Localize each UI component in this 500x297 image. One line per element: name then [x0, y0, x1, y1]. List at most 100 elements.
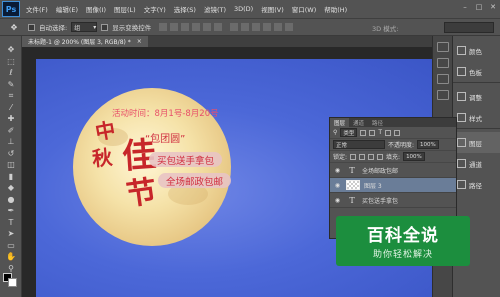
lasso-tool-icon[interactable]: ℓ — [0, 67, 22, 79]
distribute-left-icon[interactable] — [263, 23, 272, 31]
menu-layer[interactable]: 图层(L) — [110, 4, 140, 14]
quick-select-tool-icon[interactable]: ✎ — [0, 79, 22, 91]
character-icon[interactable] — [436, 90, 449, 100]
blur-tool-icon[interactable]: ◆ — [0, 182, 22, 194]
layer-name: 全场邮政包邮 — [362, 167, 399, 175]
properties-icon[interactable] — [436, 58, 449, 68]
opacity-input[interactable]: 100% — [417, 140, 439, 149]
layer-row[interactable]: ◉ T 买包送手拿包 — [330, 193, 456, 208]
tab-layers[interactable]: 图层 — [330, 118, 350, 127]
filter-kind-dropdown[interactable]: 类型 — [340, 128, 358, 137]
eye-icon[interactable]: ◉ — [333, 182, 342, 189]
layer-row-selected[interactable]: ◉ 图层 3 — [330, 178, 456, 193]
align-top-icon[interactable] — [159, 23, 168, 31]
align-right-icon[interactable] — [214, 23, 223, 31]
align-left-icon[interactable] — [192, 23, 201, 31]
marquee-tool-icon[interactable]: ⬚ — [0, 56, 22, 68]
eyedropper-tool-icon[interactable]: ⁄ — [0, 102, 22, 114]
menu-select[interactable]: 选择(S) — [170, 4, 200, 14]
show-transform-checkbox[interactable] — [101, 23, 109, 31]
type-tool-icon[interactable]: T — [0, 217, 22, 229]
dodge-tool-icon[interactable]: ● — [0, 194, 22, 206]
align-hcenter-icon[interactable] — [203, 23, 212, 31]
distribute-vcenter-icon[interactable] — [241, 23, 250, 31]
gradient-tool-icon[interactable]: ▮ — [0, 171, 22, 183]
panel-styles[interactable]: 样式 — [453, 107, 500, 128]
eraser-tool-icon[interactable]: ◫ — [0, 159, 22, 171]
eye-icon[interactable]: ◉ — [333, 197, 342, 204]
filter-shape-icon[interactable] — [385, 129, 392, 136]
auto-select-checkbox[interactable] — [28, 23, 35, 31]
filter-adjust-icon[interactable] — [369, 129, 376, 136]
lock-all-icon[interactable] — [377, 153, 384, 160]
clone-stamp-tool-icon[interactable]: ⊥ — [0, 136, 22, 148]
adjustments-icon — [457, 92, 466, 101]
path-select-tool-icon[interactable]: ➤ — [0, 228, 22, 240]
history-brush-tool-icon[interactable]: ↺ — [0, 148, 22, 160]
panel-layers[interactable]: 图层 — [453, 132, 500, 153]
minimize-button[interactable]: – — [460, 2, 470, 12]
move-tool-icon[interactable]: ✥ — [0, 44, 22, 56]
lock-image-icon[interactable] — [359, 153, 366, 160]
menu-type[interactable]: 文字(Y) — [140, 4, 170, 14]
menu-window[interactable]: 窗口(W) — [288, 4, 321, 14]
pen-tool-icon[interactable]: ✒ — [0, 205, 22, 217]
move-tool-icon[interactable]: ✥ — [4, 21, 24, 33]
menu-help[interactable]: 帮助(H) — [320, 4, 351, 14]
tab-paths[interactable]: 路径 — [368, 118, 387, 127]
actions-icon[interactable] — [436, 74, 449, 84]
document-tab-bar: 未标题-1 @ 200% (图层 3, RGB/8) * × — [22, 36, 432, 47]
photoshop-logo: Ps — [2, 1, 20, 17]
brush-tool-icon[interactable]: ✐ — [0, 125, 22, 137]
align-bottom-icon[interactable] — [181, 23, 190, 31]
distribute-right-icon[interactable] — [285, 23, 294, 31]
background-color-swatch[interactable] — [8, 278, 17, 287]
menu-edit[interactable]: 编辑(E) — [52, 4, 82, 14]
close-button[interactable]: ✕ — [488, 2, 498, 12]
close-icon[interactable]: × — [137, 38, 142, 45]
tab-channels[interactable]: 通道 — [349, 118, 368, 127]
crop-tool-icon[interactable]: ⌗ — [0, 90, 22, 102]
menu-filter[interactable]: 滤镜(T) — [200, 4, 230, 14]
lock-row: 锁定: 填充: 100% — [330, 151, 456, 163]
menu-file[interactable]: 文件(F) — [22, 4, 52, 14]
menu-view[interactable]: 视图(V) — [257, 4, 288, 14]
align-vcenter-icon[interactable] — [170, 23, 179, 31]
distribute-bottom-icon[interactable] — [252, 23, 261, 31]
panel-color[interactable]: 颜色 — [453, 40, 500, 61]
panel-paths[interactable]: 路径 — [453, 174, 500, 195]
shape-tool-icon[interactable]: ▭ — [0, 240, 22, 252]
layer-row[interactable]: ◉ T 全场邮政包邮 — [330, 163, 456, 178]
filter-type-icon[interactable]: T — [378, 129, 382, 136]
healing-brush-tool-icon[interactable]: ✚ — [0, 113, 22, 125]
hand-tool-icon[interactable]: ✋ — [0, 251, 22, 263]
lock-transparent-icon[interactable] — [350, 153, 357, 160]
workspace-dropdown[interactable] — [444, 22, 494, 33]
maximize-button[interactable]: □ — [474, 2, 484, 12]
filter-pixel-icon[interactable] — [360, 129, 367, 136]
pixel-layer-thumb — [346, 180, 360, 190]
distribute-hcenter-icon[interactable] — [274, 23, 283, 31]
lock-position-icon[interactable] — [368, 153, 375, 160]
layer-name: 图层 3 — [364, 182, 382, 190]
panel-channels[interactable]: 通道 — [453, 153, 500, 174]
filter-kind-value: 类型 — [343, 130, 355, 137]
fill-input[interactable]: 100% — [403, 152, 425, 161]
eye-icon[interactable]: ◉ — [333, 167, 342, 174]
paths-icon — [457, 180, 466, 189]
panel-swatches[interactable]: 色板 — [453, 61, 500, 82]
distribute-top-icon[interactable] — [230, 23, 239, 31]
blend-mode-value: 正常 — [336, 142, 348, 149]
panel-layers-label: 图层 — [469, 139, 482, 148]
opacity-value: 100% — [420, 141, 436, 148]
auto-select-dropdown[interactable]: 组 ▾ — [71, 22, 98, 32]
auto-select-label: 自动选择: — [39, 24, 68, 32]
document-tab[interactable]: 未标题-1 @ 200% (图层 3, RGB/8) * × — [22, 36, 148, 47]
menu-3d[interactable]: 3D(D) — [230, 5, 257, 13]
panel-styles-label: 样式 — [469, 114, 482, 123]
blend-mode-dropdown[interactable]: 正常 — [333, 140, 385, 149]
panel-adjustments[interactable]: 调整 — [453, 86, 500, 107]
menu-image[interactable]: 图像(I) — [82, 4, 110, 14]
filter-smart-icon[interactable] — [394, 129, 401, 136]
history-icon[interactable] — [436, 42, 449, 52]
